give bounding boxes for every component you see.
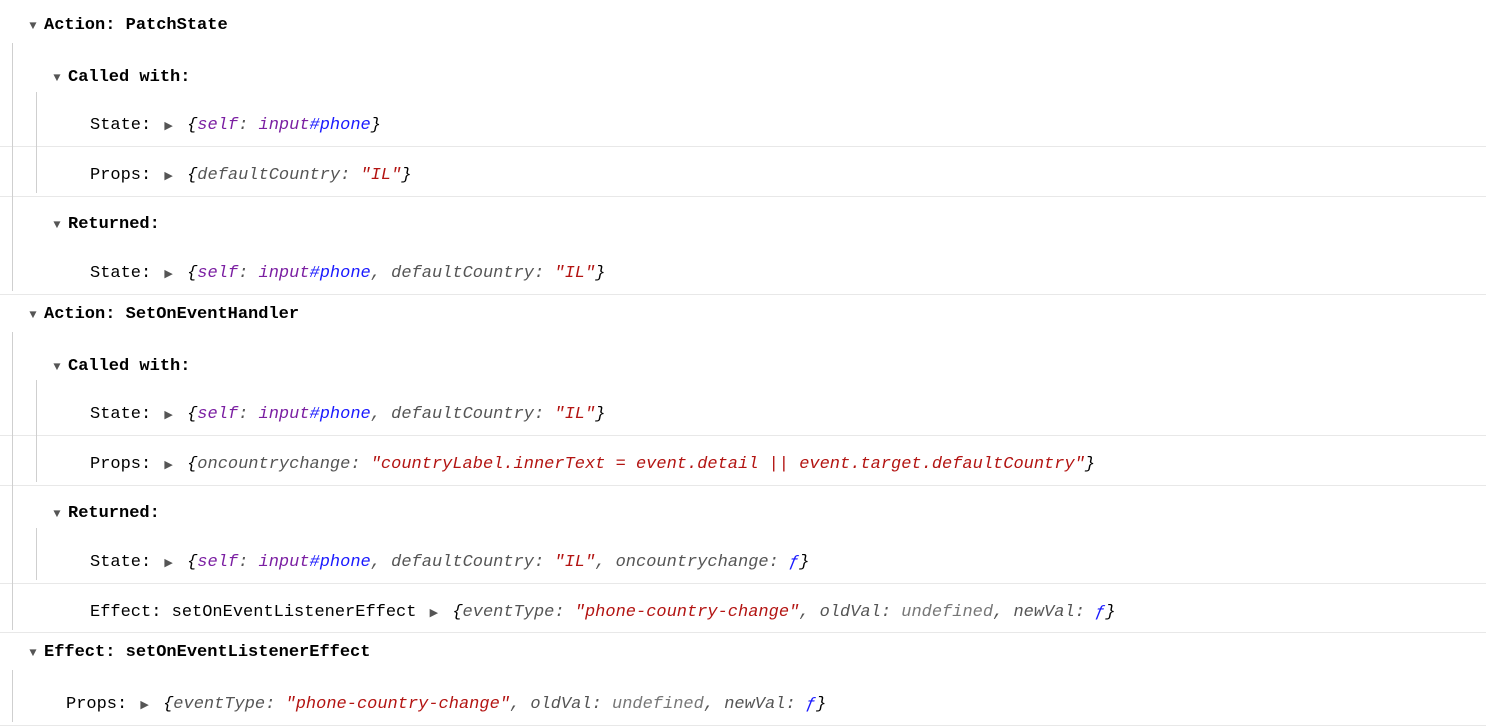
obj-value-id: #phone <box>310 116 371 135</box>
obj-key: oldVal <box>530 695 591 714</box>
effect-row[interactable]: Effect: setOnEventListenerEffect ▶ {even… <box>0 584 1486 634</box>
obj-key: oncountrychange <box>616 553 769 572</box>
called-with-row[interactable]: ▼ Called with: <box>0 338 1486 387</box>
obj-value: "phone-country-change" <box>286 695 510 714</box>
obj-value-id: #phone <box>310 264 371 283</box>
returned-label: Returned: <box>68 213 160 237</box>
action-name: PatchState <box>126 16 228 35</box>
chevron-down-icon[interactable]: ▼ <box>48 359 66 376</box>
obj-key: newVal <box>1013 603 1074 622</box>
effect-name: setOnEventListenerEffect <box>172 603 417 622</box>
chevron-down-icon[interactable]: ▼ <box>48 217 66 234</box>
obj-key: eventType <box>463 603 555 622</box>
obj-key: self <box>197 116 238 135</box>
obj-value: input <box>259 264 310 283</box>
obj-key: defaultCountry <box>391 264 534 283</box>
called-with-row[interactable]: ▼ Called with: <box>0 49 1486 98</box>
obj-value-id: #phone <box>310 405 371 424</box>
action-label: Action: <box>44 305 126 324</box>
state-label: State: <box>90 264 151 283</box>
chevron-down-icon[interactable]: ▼ <box>48 506 66 523</box>
obj-value: undefined <box>612 695 704 714</box>
effect-label: Effect: <box>90 603 161 622</box>
obj-value: ƒ <box>789 553 799 572</box>
props-row[interactable]: Props: ▶ {eventType: "phone-country-chan… <box>0 676 1486 726</box>
props-label: Props: <box>90 166 151 185</box>
obj-key: newVal <box>724 695 785 714</box>
obj-value: input <box>259 116 310 135</box>
state-row[interactable]: State: ▶ {self: input#phone, defaultCoun… <box>0 245 1486 295</box>
action-name: SetOnEventHandler <box>126 305 299 324</box>
effect-row[interactable]: ▼ Effect: setOnEventListenerEffect <box>0 633 1486 676</box>
obj-value: "IL" <box>554 405 595 424</box>
props-row[interactable]: Props: ▶ {oncountrychange: "countryLabel… <box>0 436 1486 486</box>
state-label: State: <box>90 116 151 135</box>
state-row[interactable]: State: ▶ {self: input#phone} <box>0 98 1486 148</box>
obj-key: self <box>197 405 238 424</box>
chevron-right-icon[interactable]: ▶ <box>164 268 172 283</box>
state-row[interactable]: State: ▶ {self: input#phone, defaultCoun… <box>0 386 1486 436</box>
state-label: State: <box>90 553 151 572</box>
returned-row[interactable]: ▼ Returned: <box>0 486 1486 535</box>
obj-value: "phone-country-change" <box>575 603 799 622</box>
effect-name: setOnEventListenerEffect <box>126 643 371 662</box>
props-row[interactable]: Props: ▶ {defaultCountry: "IL"} <box>0 147 1486 197</box>
chevron-down-icon[interactable]: ▼ <box>24 18 42 35</box>
chevron-right-icon[interactable]: ▶ <box>164 120 172 135</box>
obj-value: ƒ <box>806 695 816 714</box>
chevron-right-icon[interactable]: ▶ <box>164 557 172 572</box>
obj-value: undefined <box>901 603 993 622</box>
returned-row[interactable]: ▼ Returned: <box>0 197 1486 246</box>
obj-value: "countryLabel.innerText = event.detail |… <box>371 455 1085 474</box>
obj-key: eventType <box>173 695 265 714</box>
obj-value: input <box>259 405 310 424</box>
chevron-right-icon[interactable]: ▶ <box>164 459 172 474</box>
action-row[interactable]: ▼ Action: PatchState <box>0 6 1486 49</box>
action-label: Action: <box>44 16 126 35</box>
obj-value-id: #phone <box>310 553 371 572</box>
obj-key: oncountrychange <box>197 455 350 474</box>
props-label: Props: <box>90 455 151 474</box>
obj-value: ƒ <box>1095 603 1105 622</box>
obj-key: self <box>197 264 238 283</box>
obj-key: self <box>197 553 238 572</box>
obj-value: "IL" <box>554 264 595 283</box>
chevron-right-icon[interactable]: ▶ <box>430 607 438 622</box>
obj-key: defaultCountry <box>391 405 534 424</box>
state-label: State: <box>90 405 151 424</box>
chevron-down-icon[interactable]: ▼ <box>24 645 42 662</box>
props-label: Props: <box>66 695 127 714</box>
debug-tree: ▼ Action: PatchState ▼ Called with: Stat… <box>0 0 1486 726</box>
obj-key: oldVal <box>820 603 881 622</box>
obj-value: "IL" <box>554 553 595 572</box>
chevron-right-icon[interactable]: ▶ <box>164 409 172 424</box>
obj-key: defaultCountry <box>391 553 534 572</box>
chevron-right-icon[interactable]: ▶ <box>164 170 172 185</box>
chevron-right-icon[interactable]: ▶ <box>140 699 148 714</box>
chevron-down-icon[interactable]: ▼ <box>48 70 66 87</box>
called-with-label: Called with: <box>68 66 190 90</box>
action-row[interactable]: ▼ Action: SetOnEventHandler <box>0 295 1486 338</box>
chevron-down-icon[interactable]: ▼ <box>24 307 42 324</box>
obj-value: "IL" <box>361 166 402 185</box>
effect-label: Effect: <box>44 643 126 662</box>
state-row[interactable]: State: ▶ {self: input#phone, defaultCoun… <box>0 534 1486 584</box>
returned-label: Returned: <box>68 502 160 526</box>
called-with-label: Called with: <box>68 355 190 379</box>
obj-value: input <box>259 553 310 572</box>
obj-key: defaultCountry <box>197 166 340 185</box>
